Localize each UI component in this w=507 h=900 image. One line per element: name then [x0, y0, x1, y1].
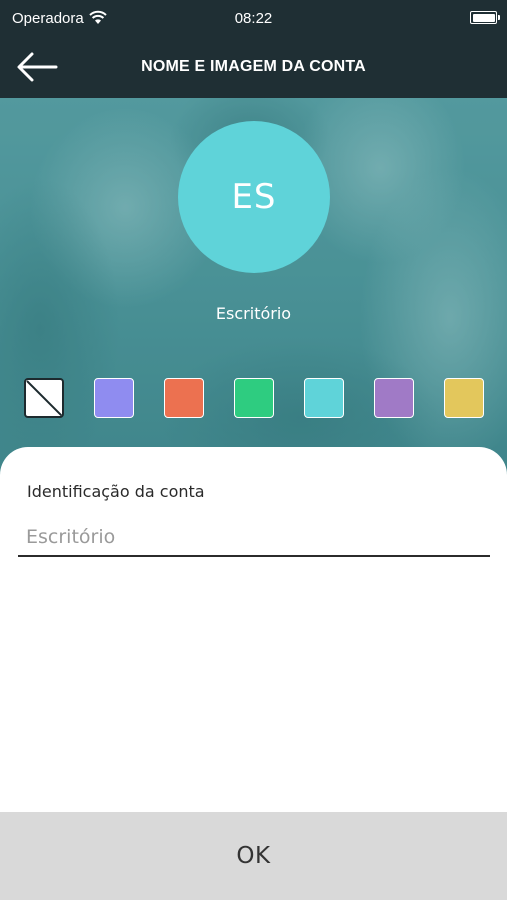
form-sheet: Identificação da conta	[0, 447, 507, 812]
swatch-yellow[interactable]	[444, 378, 484, 418]
account-avatar[interactable]: ES	[178, 121, 330, 273]
swatch-orange[interactable]	[164, 378, 204, 418]
ok-button[interactable]: OK	[0, 812, 507, 900]
swatch-periwinkle[interactable]	[94, 378, 134, 418]
swatch-no-color[interactable]	[24, 378, 64, 418]
avatar-initials: ES	[231, 177, 277, 217]
status-bar: Operadora 08:22	[0, 0, 507, 36]
navigation-bar: NOME E IMAGEM DA CONTA	[0, 36, 507, 98]
clock: 08:22	[234, 10, 273, 27]
color-swatch-row	[0, 378, 507, 418]
no-color-icon	[26, 380, 62, 416]
swatch-purple[interactable]	[374, 378, 414, 418]
battery-icon	[470, 11, 500, 24]
account-id-label: Identificação da conta	[27, 482, 205, 501]
swatch-cyan[interactable]	[304, 378, 344, 418]
account-name-label: Escritório	[215, 304, 292, 323]
page-title: NOME E IMAGEM DA CONTA	[141, 58, 366, 75]
account-id-input[interactable]	[18, 519, 490, 557]
swatch-green[interactable]	[234, 378, 274, 418]
